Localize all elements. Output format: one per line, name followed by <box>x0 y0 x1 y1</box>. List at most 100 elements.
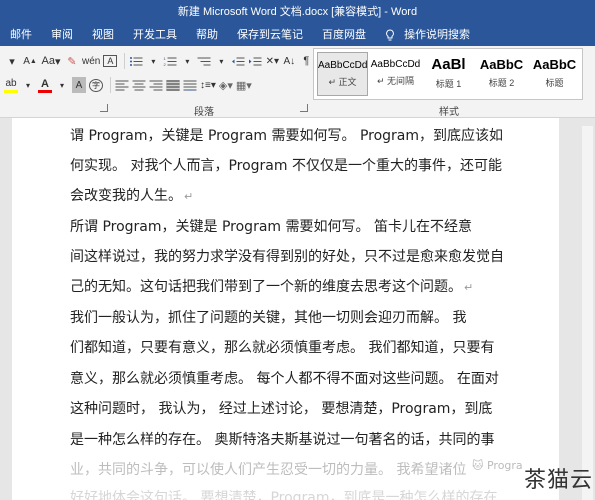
paragraph-dialog-launcher[interactable] <box>300 104 308 112</box>
style-heading-2[interactable]: AaBbC 标题 2 <box>476 52 527 96</box>
styles-group-label: 样式 <box>439 107 459 118</box>
align-left-icon[interactable] <box>115 80 129 91</box>
doc-line-text: 我们一般认为，抓住了问题的关键，其他一切则会迎刃而解。 我 <box>70 310 467 326</box>
doc-line: 何实现。 对我个人而言，Program 不仅仅是一个重大的事件，还可能 <box>70 156 502 176</box>
justify-icon[interactable] <box>166 79 180 91</box>
enclose-char-icon[interactable]: 字 <box>89 78 103 92</box>
doc-line-text: 业，共同的斗争，可以使人们产生忍受一切的力量。 我希望诸位 <box>70 462 467 478</box>
font-size-label: Aa <box>41 55 55 67</box>
doc-line-text: 所谓 Program，关键是 Program 需要如何写。 笛卡儿在不经意 <box>70 219 472 235</box>
line-spacing-icon[interactable]: ↕≡▾ <box>200 77 216 93</box>
menu-help[interactable]: 帮助 <box>196 26 218 42</box>
distributed-icon[interactable] <box>183 80 197 91</box>
window-title: 新建 Microsoft Word 文档.docx [兼容模式] - Word <box>177 6 418 18</box>
highlight-icon[interactable]: ab <box>4 77 18 93</box>
title-bar: 新建 Microsoft Word 文档.docx [兼容模式] - Word <box>0 0 595 22</box>
scrollbar-thumb[interactable] <box>582 126 593 500</box>
bullets-dropdown-icon[interactable]: ▾ <box>146 53 160 69</box>
phonetic-icon[interactable]: wén <box>82 53 100 69</box>
font-size-dropdown[interactable]: ▾ <box>4 53 20 69</box>
char-border-icon[interactable]: A <box>103 55 118 67</box>
paragraph-group-label: 段落 <box>194 107 214 118</box>
doc-line: 是一种怎么样的存在。 奥斯特洛夫斯基说过一句著名的话，共同的事 <box>70 430 494 450</box>
style-heading-1[interactable]: AaBl 标题 1 <box>423 52 474 96</box>
grow-font-icon[interactable]: A ▲ <box>23 53 37 69</box>
menu-save-cloud-notes[interactable]: 保存到云笔记 <box>237 26 303 42</box>
char-shading-icon[interactable]: A <box>72 77 86 93</box>
menu-baidu-netdisk[interactable]: 百度网盘 <box>322 26 366 42</box>
doc-line: 业，共同的斗争，可以使人们产生忍受一切的力量。 我希望诸位 <box>70 460 466 480</box>
multilevel-icon[interactable] <box>197 56 211 67</box>
doc-line-text: 好好地体会这句话。 要想清楚，Program，到底是一种怎么样的存在 <box>70 490 498 500</box>
style-no-spacing-name: ↵ 无间隔 <box>376 76 415 86</box>
show-marks-icon[interactable]: ¶ <box>299 53 313 69</box>
styles-gallery: AaBbCcDd ↵ 正文 AaBbCcDd ↵ 无间隔 AaBl 标题 1 A… <box>313 48 583 100</box>
menu-view[interactable]: 视图 <box>92 26 114 42</box>
menu-bar: 邮件 审阅 视图 开发工具 帮助 保存到云笔记 百度网盘 操作说明搜索 <box>0 22 595 46</box>
doc-line-text: 意义，那么就必须慎重考虑。 每个人都不得不面对这些问题。 在面对 <box>70 371 499 387</box>
style-normal[interactable]: AaBbCcDd ↵ 正文 <box>317 52 368 96</box>
menu-review[interactable]: 审阅 <box>51 26 73 42</box>
doc-line-text: 间这样说过，我的努力求学没有得到别的好处，只不过是愈来愈发觉自 <box>70 249 504 265</box>
doc-line-text: 这种问题时， 我认为， 经过上述讨论， 要想清楚，Program，到底 <box>70 401 493 417</box>
borders-icon[interactable]: ▦▾ <box>236 77 252 93</box>
style-no-spacing[interactable]: AaBbCcDd ↵ 无间隔 <box>370 52 421 96</box>
ribbon-row-2: ab ▾ A ▾ A 字 ↕≡▾ ◈▾ ▦▾ <box>4 76 255 94</box>
align-right-icon[interactable] <box>149 80 163 91</box>
doc-line: 己的无知。这句话把我们带到了一个新的维度去思考这个问题。 ↵ <box>70 277 473 297</box>
menu-mail[interactable]: 邮件 <box>10 26 32 42</box>
doc-line-text: 己的无知。这句话把我们带到了一个新的维度去思考这个问题。 <box>70 279 462 295</box>
menu-developer[interactable]: 开发工具 <box>133 26 177 42</box>
tell-me-search[interactable]: 操作说明搜索 <box>385 26 470 42</box>
highlight-dropdown-icon[interactable]: ▾ <box>21 77 35 93</box>
doc-line: 意义，那么就必须慎重考虑。 每个人都不得不面对这些问题。 在面对 <box>70 369 499 389</box>
asian-layout-icon[interactable]: ✕▾ <box>265 53 279 69</box>
numbering-icon[interactable]: 12 <box>163 56 177 67</box>
multilevel-dropdown-icon[interactable]: ▾ <box>214 53 228 69</box>
bullets-icon[interactable] <box>129 56 143 67</box>
paragraph-mark: ↵ <box>184 190 194 203</box>
doc-line: 们都知道，只要有意义，那么就必须慎重考虑。 我们都知道，只要有 <box>70 338 494 358</box>
style-normal-sample: AaBbCcDd <box>318 60 367 71</box>
lightbulb-icon <box>386 29 394 41</box>
doc-line: 间这样说过，我的努力求学没有得到别的好处，只不过是愈来愈发觉自 <box>70 247 504 267</box>
doc-line: 我们一般认为，抓住了问题的关键，其他一切则会迎刃而解。 我 <box>70 308 466 328</box>
shading-icon[interactable]: ◈▾ <box>219 77 233 93</box>
doc-line-text: 会改变我的人生。 <box>70 188 182 204</box>
doc-line-text: 何实现。 对我个人而言，Program 不仅仅是一个重大的事件，还可能 <box>70 158 502 174</box>
document-page[interactable]: 谓 Program，关键是 Program 需要如何写。 Program，到底应… <box>12 118 559 500</box>
decrease-indent-icon[interactable] <box>231 56 245 67</box>
doc-line: 会改变我的人生。 ↵ <box>70 186 193 206</box>
svg-text:1: 1 <box>164 56 167 61</box>
ribbon: ▾ A ▲ Aa ▾ ✎ wén A ▾ 12 ▾ ▾ ✕▾ A↓ ¶ ab ▾ A… <box>0 46 595 118</box>
center-icon[interactable] <box>132 80 146 91</box>
numbering-dropdown-icon[interactable]: ▾ <box>180 53 194 69</box>
style-title-sample: AaBbC <box>532 57 577 72</box>
document-area: 谓 Program，关键是 Program 需要如何写。 Program，到底应… <box>0 118 595 500</box>
style-title[interactable]: AaBbC 标题 <box>529 52 580 96</box>
watermark-logo: 🐱 Progra <box>472 459 523 472</box>
doc-line: 这种问题时， 我认为， 经过上述讨论， 要想清楚，Program，到底 <box>70 399 492 419</box>
doc-line-text: 是一种怎么样的存在。 奥斯特洛夫斯基说过一句著名的话，共同的事 <box>70 432 495 448</box>
style-title-name: 标题 <box>545 78 564 88</box>
style-no-spacing-sample: AaBbCcDd <box>370 59 421 70</box>
font-dialog-launcher[interactable] <box>100 104 108 112</box>
style-heading-1-name: 标题 1 <box>435 79 462 89</box>
font-color-icon[interactable]: A <box>38 77 52 93</box>
font-color-dropdown-icon[interactable]: ▾ <box>55 77 69 93</box>
sort-icon[interactable]: A↓ <box>282 53 296 69</box>
doc-line-text: 谓 Program，关键是 Program 需要如何写。 Program，到底应… <box>70 128 504 144</box>
doc-line-text: 们都知道，只要有意义，那么就必须慎重考虑。 我们都知道，只要有 <box>70 340 495 356</box>
doc-line: 所谓 Program，关键是 Program 需要如何写。 笛卡儿在不经意 <box>70 217 472 237</box>
tell-me-label: 操作说明搜索 <box>404 29 471 41</box>
clear-format-icon[interactable]: ✎ <box>65 53 79 69</box>
svg-text:2: 2 <box>164 62 167 67</box>
increase-indent-icon[interactable] <box>248 56 262 67</box>
font-size-icon[interactable]: Aa ▾ <box>40 53 62 69</box>
style-normal-name: ↵ 正文 <box>328 77 357 87</box>
doc-line: 谓 Program，关键是 Program 需要如何写。 Program，到底应… <box>70 126 503 146</box>
style-heading-2-sample: AaBbC <box>479 57 524 72</box>
ribbon-separator <box>124 53 126 69</box>
ribbon-separator <box>110 77 111 93</box>
watermark-logo-text: Progra <box>486 459 523 472</box>
